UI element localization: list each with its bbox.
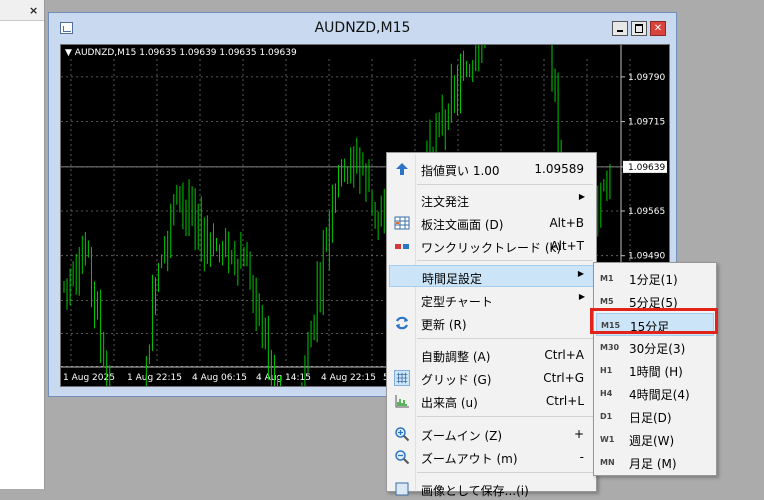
maximize-button[interactable] (631, 21, 647, 36)
price-axis-label: 1.09565 (628, 207, 665, 217)
panel-close-button[interactable]: × (29, 4, 38, 17)
timeframe-item-m30[interactable]: M30 30分足(3) (596, 336, 714, 359)
timeframe-item-h4[interactable]: H4 4時間足(4) (596, 382, 714, 405)
grid-icon (394, 370, 410, 386)
menu-separator (417, 260, 593, 261)
minimize-button[interactable] (612, 21, 628, 36)
menu-item-save-as-picture[interactable]: 画像として保存...(i) (389, 478, 594, 500)
submenu-arrow-icon: ▶ (578, 292, 585, 301)
price-axis-label: 1.09715 (628, 118, 665, 128)
submenu-arrow-icon: ▶ (578, 192, 585, 201)
menu-item-zoom-out[interactable]: ズームアウト (m) - (389, 446, 594, 468)
menu-item-timeframes[interactable]: 時間足設定 ▶ (389, 265, 594, 287)
menu-separator (417, 184, 593, 185)
chart-symbol-header: ▼ AUDNZD,M15 1.09635 1.09639 1.09635 1.0… (65, 48, 297, 58)
chart-context-menu: 指値買い 1.00 1.09589 注文発注 ▶ 板注文画面 (D) Alt+B… (386, 152, 597, 498)
volume-icon (395, 395, 409, 408)
menu-item-buy-limit[interactable]: 指値買い 1.00 1.09589 (389, 158, 594, 180)
time-axis-label: 4 Aug 06:15 (192, 373, 247, 383)
timeframe-item-w1[interactable]: W1 週足(W) (596, 428, 714, 451)
close-button[interactable]: ✕ (650, 21, 666, 36)
price-axis-label: 1.09639 (628, 163, 665, 173)
navigator-panel: × (0, 0, 45, 489)
menu-item-one-click-trading[interactable]: ワンクリックトレード (k) Alt+T (389, 235, 594, 257)
refresh-icon (396, 316, 408, 330)
navigator-panel-header: × (0, 0, 44, 21)
submenu-arrow-icon: ▶ (577, 269, 584, 278)
one-click-trade-icon (395, 244, 409, 249)
annotation-highlight-box (590, 308, 718, 334)
menu-item-templates[interactable]: 定型チャート ▶ (389, 289, 594, 311)
timeframe-item-d1[interactable]: D1 日足(D) (596, 405, 714, 428)
zoom-in-icon (395, 427, 410, 442)
zoom-out-icon (395, 450, 410, 465)
price-axis-label: 1.09490 (628, 252, 665, 262)
timeframe-submenu: M1 1分足(1) M5 5分足(5) M15 15分足 M30 30分足(3)… (593, 262, 717, 476)
menu-item-refresh[interactable]: 更新 (R) (389, 312, 594, 334)
menu-item-volumes[interactable]: 出来高 (u) Ctrl+L (389, 390, 594, 412)
menu-item-depth-of-market[interactable]: 板注文画面 (D) Alt+B (389, 212, 594, 234)
chart-header-text: AUDNZD,M15 1.09635 1.09639 1.09635 1.096… (74, 48, 297, 58)
timeframe-item-h1[interactable]: H1 1時間 (H) (596, 359, 714, 382)
window-title: AUDNZD,M15 (314, 20, 411, 36)
menu-separator (417, 416, 593, 417)
save-image-icon (395, 482, 409, 496)
menu-item-grid[interactable]: グリッド (G) Ctrl+G (389, 367, 594, 389)
menu-item-auto-scroll[interactable]: 自動調整 (A) Ctrl+A (389, 344, 594, 366)
time-axis-label: 4 Aug 14:15 (256, 373, 311, 383)
price-axis-label: 1.09790 (628, 73, 665, 83)
order-book-icon (394, 216, 410, 230)
menu-item-new-order[interactable]: 注文発注 ▶ (389, 189, 594, 211)
chart-header-triangle-icon[interactable]: ▼ (65, 48, 72, 58)
window-title-bar[interactable]: AUDNZD,M15 ✕ (49, 13, 676, 43)
menu-item-zoom-in[interactable]: ズームイン (Z) + (389, 423, 594, 445)
timeframe-item-m1[interactable]: M1 1分足(1) (596, 267, 714, 290)
menu-separator (417, 338, 593, 339)
menu-separator (417, 472, 593, 473)
time-axis-label: 4 Aug 22:15 (321, 373, 376, 383)
timeframe-item-mn[interactable]: MN 月足 (M) (596, 451, 714, 474)
buy-arrow-icon (396, 163, 408, 175)
time-axis-label: 1 Aug 22:15 (127, 373, 182, 383)
